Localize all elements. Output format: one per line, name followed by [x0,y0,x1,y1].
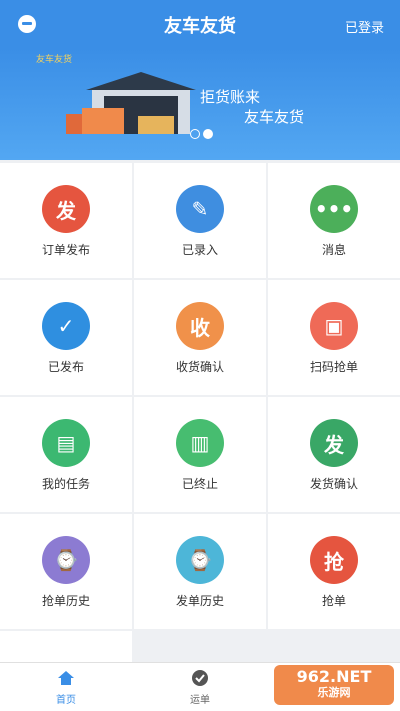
grid-item-label: 消息 [321,243,346,257]
grid-item-label: 已发布 [47,360,84,374]
grid-item-label: 抢单历史 [41,594,90,608]
grid-item-12[interactable]: 抢抢单 [268,514,400,629]
grid-item-label: 发单历史 [175,594,224,608]
app-title: 友车友货 [164,16,236,37]
promo-banner[interactable]: 友车友货 拒货账来 友车友货 [0,48,400,160]
waybill-icon [192,670,208,686]
grid-item-2[interactable]: ✎ 已录入 [134,163,266,278]
terminated-icon: ▥ [176,419,224,467]
grab-icon: 抢 [310,536,358,584]
grid-item-9[interactable]: 发发货确认 [268,397,400,512]
grid-item-7[interactable]: ▤ 我的任务 [0,397,132,512]
tab-home[interactable]: 首页 [26,669,106,706]
scan-icon: ▣ [310,302,358,350]
order-history-icon: ⌚ [176,536,224,584]
grid-item-label: 扫码抢单 [309,360,358,374]
task-icon: ▤ [42,419,90,467]
tab-home-label: 首页 [56,695,76,706]
grid-item-label: 发货确认 [309,477,358,491]
grid-item-5[interactable]: 收收货确认 [134,280,266,395]
site-watermark: 962.NET 乐游网 [274,665,394,705]
tab-waybill[interactable]: 运单 [160,669,240,706]
edit-icon: ✎ [176,185,224,233]
grid-item-label: 已终止 [181,477,218,491]
grid-item-10[interactable]: ⌚ 抢单历史 [0,514,132,629]
grid-item-1[interactable]: 发订单发布 [0,163,132,278]
grid-item-3[interactable]: ••• 消息 [268,163,400,278]
receive-confirm-icon: 收 [176,302,224,350]
truck-illustration [66,108,126,134]
top-bar: 友车友货 已登录 [0,0,400,48]
grid-item-label: 抢单 [321,594,346,608]
home-icon [58,671,74,685]
pager-dot-active[interactable] [203,129,213,139]
ship-confirm-icon: 发 [310,419,358,467]
message-icon: ••• [310,185,358,233]
grab-history-icon: ⌚ [42,536,90,584]
pager-dot[interactable] [190,129,200,139]
login-status[interactable]: 已登录 [345,17,384,36]
banner-slogan-1: 拒货账来 [200,88,261,106]
watermark-line-2: 乐游网 [317,686,351,699]
clipboard-check-icon: ✓ [42,302,90,350]
grid-item-6[interactable]: ▣ 扫码抢单 [268,280,400,395]
grid-item-label: 收货确认 [175,360,224,374]
grid-item-8[interactable]: ▥ 已终止 [134,397,266,512]
grid-item-label: 订单发布 [41,243,90,257]
banner-logo: 友车友货 [36,55,73,65]
grid-item-11[interactable]: ⌚ 发单历史 [134,514,266,629]
grid-item-4[interactable]: ✓ 已发布 [0,280,132,395]
watermark-line-1: 962.NET [296,667,372,686]
publish-order-icon: 发 [42,185,90,233]
grid-item-label: 已录入 [181,243,218,257]
banner-slogan-2: 友车友货 [244,108,305,126]
banner-pager[interactable] [190,124,216,143]
grid-item-label: 我的任务 [41,477,90,491]
tab-waybill-label: 运单 [190,695,210,706]
